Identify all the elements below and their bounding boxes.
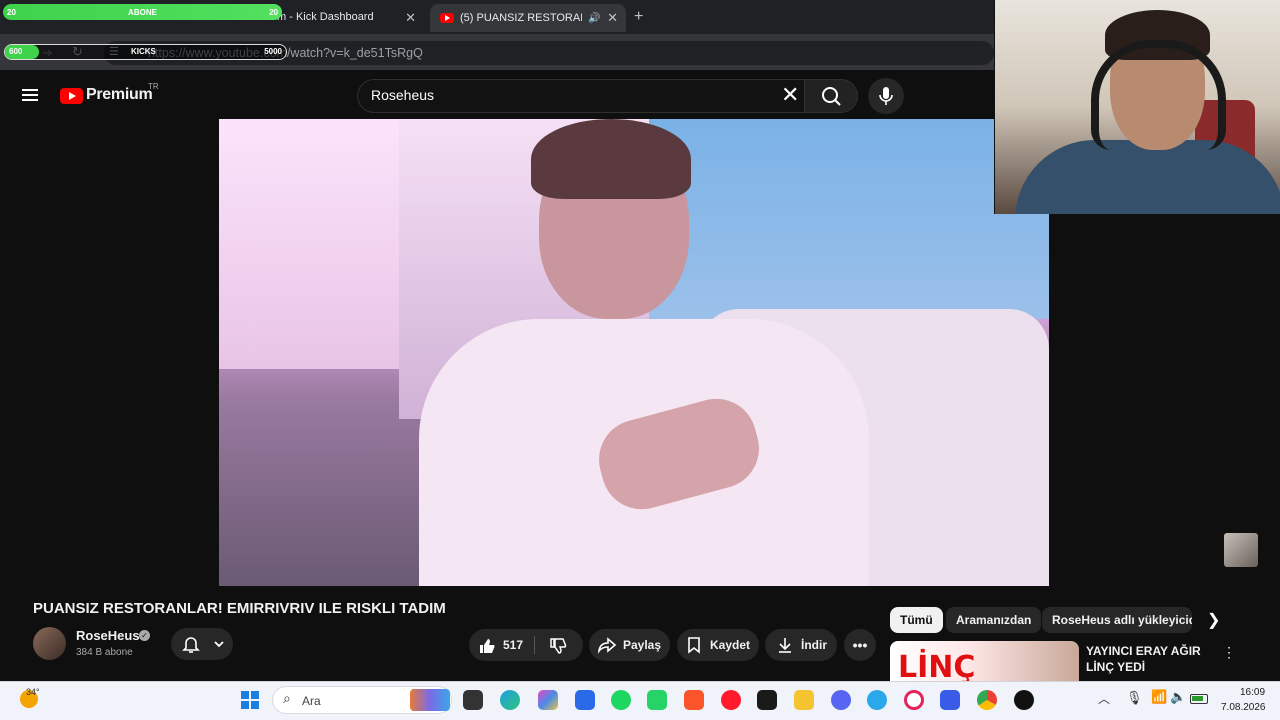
like-dislike-group: 517	[469, 629, 583, 661]
clock-date[interactable]: 7.08.2026	[1221, 702, 1266, 713]
opera-gx-icon[interactable]	[904, 690, 924, 710]
chip-from-uploader[interactable]: RoseHeus adlı yükleyiciden	[1042, 607, 1192, 633]
search-highlight-image	[410, 689, 450, 711]
download-button[interactable]: İndir	[765, 629, 837, 661]
app-icon-2[interactable]	[940, 690, 960, 710]
clock-time[interactable]: 16:09	[1240, 687, 1265, 698]
youtube-favicon-icon	[440, 13, 454, 23]
obs-icon[interactable]	[1014, 690, 1034, 710]
search-icon: ⌕	[283, 690, 291, 706]
tab-title: m - Kick Dashboard	[277, 11, 374, 23]
more-actions-button[interactable]: •••	[844, 629, 876, 661]
kicks-label: KICKS	[131, 47, 156, 56]
copilot-icon[interactable]	[538, 690, 558, 710]
close-icon[interactable]: ✕	[607, 10, 618, 26]
tab-youtube[interactable]: (5) PUANSIZ RESTORANLAR 🔊 ✕	[430, 4, 626, 32]
region-code: TR	[148, 82, 159, 91]
discord-icon[interactable]	[831, 690, 851, 710]
share-button[interactable]: Paylaş	[589, 629, 670, 661]
download-label: İndir	[801, 638, 827, 652]
video-frame-person-hair	[531, 119, 691, 199]
miniplayer-thumbnail[interactable]	[1224, 533, 1258, 567]
voice-search-button[interactable]	[868, 78, 904, 114]
like-count[interactable]: 517	[503, 638, 523, 652]
save-label: Kaydet	[710, 638, 751, 652]
video-title: PUANSIZ RESTORANLAR! EMIRRIVRIV ILE RISK…	[33, 600, 446, 617]
bookmark-icon	[688, 637, 700, 654]
youtube-logo-icon[interactable]	[60, 88, 83, 104]
chevron-up-icon[interactable]: ︿	[1098, 690, 1110, 707]
brave-icon[interactable]	[684, 690, 704, 710]
dislike-icon[interactable]	[549, 637, 567, 655]
microphone-icon[interactable]: 🎙	[1126, 690, 1143, 706]
wifi-icon[interactable]: 📶	[1151, 689, 1167, 705]
chrome-icon[interactable]	[977, 690, 997, 710]
weather-temperature: 34°	[26, 687, 40, 697]
like-icon[interactable]	[478, 637, 496, 655]
kicks-goal-overlay: 600 KICKS 5000	[4, 44, 287, 60]
channel-avatar[interactable]	[33, 627, 66, 660]
file-explorer-icon[interactable]	[794, 690, 814, 710]
opera-icon[interactable]	[721, 690, 741, 710]
app-icon[interactable]	[575, 690, 595, 710]
kicks-min: 600	[9, 47, 23, 56]
edge-icon[interactable]	[500, 690, 520, 710]
windows-start-icon[interactable]	[241, 691, 259, 709]
abone-label: ABONE	[128, 7, 157, 17]
search-input[interactable]: Roseheus	[371, 87, 434, 103]
search-icon	[822, 87, 841, 106]
video-frame-sky	[219, 119, 419, 369]
chip-all[interactable]: Tümü	[890, 607, 943, 633]
battery-icon[interactable]	[1190, 694, 1208, 704]
kicks-max: 5000	[264, 47, 282, 56]
telegram-icon[interactable]	[867, 690, 887, 710]
subscriber-count: 384 B abone	[76, 647, 133, 658]
task-view-icon[interactable]	[463, 690, 483, 710]
speaker-icon: 🔊	[588, 12, 601, 24]
clear-search-icon[interactable]: ✕	[781, 84, 799, 106]
speaker-icon[interactable]: 🔈	[1170, 689, 1186, 705]
search-button[interactable]	[804, 79, 858, 113]
chevron-right-icon[interactable]: ❯	[1207, 610, 1220, 630]
webcam-overlay	[994, 0, 1280, 214]
whatsapp-icon[interactable]	[647, 690, 667, 710]
video-frame-blue-building	[649, 119, 1049, 319]
kebab-menu-icon[interactable]: ⋮	[1222, 644, 1236, 661]
tab-title: (5) PUANSIZ RESTORANLAR	[460, 12, 582, 24]
subscriber-goal-overlay: 20 ABONE 20	[3, 4, 282, 20]
close-icon[interactable]: ✕	[405, 10, 416, 26]
epic-games-icon[interactable]	[757, 690, 777, 710]
recommended-thumbnail-text: LİNÇ	[898, 650, 976, 685]
video-player[interactable]	[219, 119, 1049, 586]
channel-name[interactable]: RoseHeus	[76, 628, 140, 643]
more-icon: •••	[852, 637, 868, 653]
share-icon	[597, 637, 617, 654]
share-label: Paylaş	[623, 638, 662, 652]
bell-icon	[182, 637, 200, 653]
webcam-headset	[1091, 40, 1226, 150]
taskbar-search-input[interactable]: Ara	[302, 694, 321, 708]
divider	[534, 636, 535, 654]
spotify-icon[interactable]	[611, 690, 631, 710]
microphone-icon	[879, 87, 893, 105]
save-button[interactable]: Kaydet	[677, 629, 759, 661]
recommended-title[interactable]: YAYINCI ERAY AĞIR LİNÇ YEDİ	[1086, 643, 1206, 675]
menu-icon[interactable]	[22, 89, 38, 101]
notification-bell-button[interactable]	[171, 628, 233, 660]
webcam-shirt	[1015, 140, 1280, 214]
verified-icon: ✓	[139, 630, 150, 641]
chevron-down-icon	[214, 641, 224, 648]
windows-taskbar	[0, 681, 1280, 720]
new-tab-button[interactable]: +	[634, 8, 643, 26]
download-icon	[779, 638, 791, 653]
brand-name[interactable]: Premium	[86, 86, 153, 104]
chip-from-search[interactable]: Aramanızdan	[946, 607, 1042, 633]
